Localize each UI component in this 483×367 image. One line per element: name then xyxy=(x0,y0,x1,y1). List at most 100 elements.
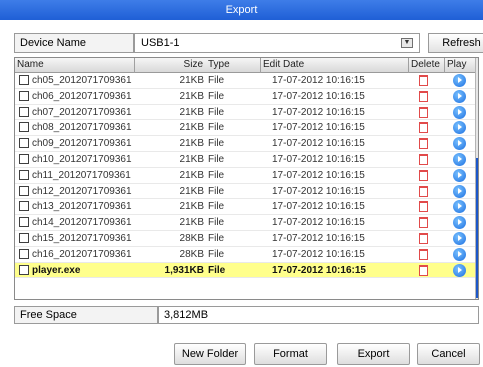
file-size: 21KB xyxy=(179,153,204,165)
table-row[interactable]: ch14_2012071709361 21KB File 17-07-2012 10:… xyxy=(15,215,475,231)
file-size: 21KB xyxy=(179,106,204,118)
scrollbar-thumb[interactable] xyxy=(476,158,478,298)
trash-icon[interactable] xyxy=(419,90,428,102)
checkbox-icon[interactable] xyxy=(19,248,29,259)
table-row[interactable]: ch15_2012071709361 28KB File 17-07-2012 10:… xyxy=(15,231,475,247)
play-icon[interactable] xyxy=(453,105,466,119)
play-icon[interactable] xyxy=(453,247,466,261)
file-name: ch09_2012071709361 xyxy=(32,138,132,150)
trash-icon[interactable] xyxy=(419,264,428,276)
file-type: File xyxy=(208,90,225,102)
checkbox-icon[interactable] xyxy=(19,185,29,196)
file-size: 21KB xyxy=(179,122,204,134)
column-size[interactable]: Size xyxy=(135,58,206,73)
file-size: 28KB xyxy=(179,232,204,244)
device-row: Device Name USB1-1 ▼ Refresh xyxy=(14,33,483,53)
trash-icon[interactable] xyxy=(419,201,428,213)
checkbox-icon[interactable] xyxy=(19,122,29,133)
table-row[interactable]: player.exe 1,931KB File 17-07-2012 10:16:15 xyxy=(15,262,475,279)
file-type: File xyxy=(208,248,225,260)
file-edit-date: 17-07-2012 10:16:15 xyxy=(272,248,365,260)
checkbox-icon[interactable] xyxy=(19,75,29,85)
play-icon[interactable] xyxy=(453,168,466,182)
checkbox-icon[interactable] xyxy=(19,106,29,117)
file-edit-date: 17-07-2012 10:16:15 xyxy=(272,106,365,118)
play-icon[interactable] xyxy=(453,216,466,230)
table-row[interactable]: ch13_2012071709361 21KB File 17-07-2012 10:… xyxy=(15,199,475,216)
play-icon[interactable] xyxy=(453,231,466,245)
checkbox-icon[interactable] xyxy=(19,201,29,212)
free-space-row: Free Space 3,812MB xyxy=(14,306,479,324)
play-icon[interactable] xyxy=(453,74,466,87)
trash-icon[interactable] xyxy=(419,75,428,86)
new-folder-button[interactable]: New Folder xyxy=(174,343,246,365)
table-row[interactable]: ch11_2012071709361 21KB File 17-07-2012 10:… xyxy=(15,168,475,184)
table-row[interactable]: ch08_2012071709361 21KB File 17-07-2012 10:… xyxy=(15,120,475,137)
table-row[interactable]: ch07_2012071709361 21KB File 17-07-2012 10:… xyxy=(15,105,475,121)
file-name: player.exe xyxy=(32,264,81,276)
table-row[interactable]: ch06_2012071709361 21KB File 17-07-2012 10:… xyxy=(15,89,475,105)
checkbox-icon[interactable] xyxy=(19,232,29,243)
file-edit-date: 17-07-2012 10:16:15 xyxy=(272,75,365,86)
table-row[interactable]: ch05_2012071709361 21KB File 17-07-2012 10:… xyxy=(15,73,475,89)
trash-icon[interactable] xyxy=(419,217,428,229)
play-icon[interactable] xyxy=(453,152,466,166)
checkbox-icon[interactable] xyxy=(19,153,29,164)
trash-icon[interactable] xyxy=(419,248,428,260)
checkbox-icon[interactable] xyxy=(19,138,29,149)
file-type: File xyxy=(208,217,225,229)
play-icon[interactable] xyxy=(453,200,466,214)
file-name: ch10_2012071709361 xyxy=(32,153,132,165)
play-icon[interactable] xyxy=(453,89,466,103)
checkbox-icon[interactable] xyxy=(19,90,29,101)
file-name: ch14_2012071709361 xyxy=(32,217,132,229)
file-size: 21KB xyxy=(179,169,204,181)
refresh-button[interactable]: Refresh xyxy=(428,33,483,53)
table-row[interactable]: ch09_2012071709361 21KB File 17-07-2012 10:… xyxy=(15,136,475,152)
trash-icon[interactable] xyxy=(419,153,428,165)
table-row[interactable]: ch10_2012071709361 21KB File 17-07-2012 10:… xyxy=(15,152,475,168)
device-select-value: USB1-1 xyxy=(141,37,180,49)
file-edit-date: 17-07-2012 10:16:15 xyxy=(272,90,365,102)
column-edit-date[interactable]: Edit Date xyxy=(261,58,409,73)
chevron-down-icon[interactable]: ▼ xyxy=(401,38,413,48)
column-play[interactable]: Play xyxy=(445,58,474,73)
file-name: ch07_2012071709361 xyxy=(32,106,132,118)
file-type: File xyxy=(208,122,225,134)
trash-icon[interactable] xyxy=(419,122,428,134)
file-type: File xyxy=(208,138,225,150)
trash-icon[interactable] xyxy=(419,138,428,150)
play-icon[interactable] xyxy=(453,137,466,151)
trash-icon[interactable] xyxy=(419,232,428,244)
cancel-button[interactable]: Cancel xyxy=(417,343,480,365)
format-button[interactable]: Format xyxy=(254,343,327,365)
export-button[interactable]: Export xyxy=(337,343,410,365)
column-type[interactable]: Type xyxy=(206,58,261,73)
checkbox-icon[interactable] xyxy=(19,217,29,228)
file-edit-date: 17-07-2012 10:16:15 xyxy=(272,153,365,165)
file-edit-date: 17-07-2012 10:16:15 xyxy=(272,169,365,181)
file-edit-date: 17-07-2012 10:16:15 xyxy=(272,201,365,213)
file-type: File xyxy=(208,185,225,197)
checkbox-icon[interactable] xyxy=(19,264,29,275)
device-select[interactable]: USB1-1 ▼ xyxy=(134,33,420,53)
column-delete[interactable]: Delete xyxy=(409,58,445,73)
file-size: 21KB xyxy=(179,75,204,86)
play-icon[interactable] xyxy=(453,263,466,277)
file-edit-date: 17-07-2012 10:16:15 xyxy=(272,138,365,150)
file-size: 28KB xyxy=(179,248,204,260)
column-name[interactable]: Name xyxy=(15,58,135,73)
table-row[interactable]: ch12_2012071709361 21KB File 17-07-2012 10:… xyxy=(15,184,475,200)
trash-icon[interactable] xyxy=(419,106,428,118)
trash-icon[interactable] xyxy=(419,185,428,197)
checkbox-icon[interactable] xyxy=(19,169,29,180)
file-size: 21KB xyxy=(179,201,204,213)
file-edit-date: 17-07-2012 10:16:15 xyxy=(272,217,365,229)
file-type: File xyxy=(208,169,225,181)
file-size: 21KB xyxy=(179,217,204,229)
file-type: File xyxy=(208,232,225,244)
play-icon[interactable] xyxy=(453,121,466,135)
play-icon[interactable] xyxy=(453,184,466,198)
table-row[interactable]: ch16_2012071709361 28KB File 17-07-2012 10:… xyxy=(15,247,475,263)
trash-icon[interactable] xyxy=(419,169,428,181)
